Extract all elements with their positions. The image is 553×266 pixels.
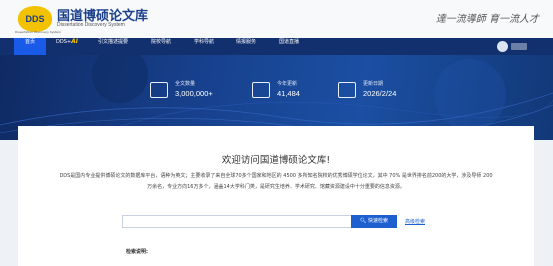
nav-dds-label: DDS+ (56, 39, 72, 45)
chart-icon (150, 82, 168, 98)
upload-icon (338, 82, 356, 98)
dds-logo[interactable]: DDS (18, 6, 52, 32)
search-tips-label: 检索说明: (126, 249, 148, 255)
search-button-label: 快速检索 (367, 218, 388, 224)
search-icon: 🔍︎ (360, 218, 367, 224)
intro-text: DDS是国内专业提供博硕论文的数据库平台，语种为英文；主要收录了来自全球70多个… (59, 173, 493, 190)
logo-subtext: Dissertation Discovery System (15, 30, 62, 34)
main-nav: 首页 DDS+AI 引文描述提要 院校导航 学科导航 情报服务 国道直播 (0, 38, 553, 55)
advanced-search-link[interactable]: 高级检索 (405, 218, 425, 225)
logo-text: DDS (25, 14, 45, 24)
calendar-icon (252, 82, 270, 98)
stat-value: 41,484 (277, 89, 300, 98)
stat-label: 今年更新 (277, 81, 298, 87)
stat-label: 更新日期 (363, 81, 384, 87)
slogan: 達一流導師 育一流人才 (435, 14, 539, 25)
nav-item-dds-ai[interactable]: DDS+AI (52, 38, 82, 55)
search-input[interactable] (122, 215, 352, 228)
user-name-placeholder[interactable] (511, 43, 527, 50)
site-header: DDS Dissertation Discovery System 国道博硕论文… (0, 0, 553, 38)
quick-search-button[interactable]: 🔍︎ 快速检索 (351, 215, 397, 228)
nav-item-home[interactable]: 首页 (14, 38, 46, 55)
user-avatar[interactable] (497, 41, 508, 52)
stat-value: 3,000,000+ (175, 89, 213, 98)
welcome-title: 欢迎访问国道博硕论文库! (221, 155, 331, 166)
site-subtitle: Dissertation Discovery System (57, 22, 125, 28)
nav-item-schools[interactable]: 院校导航 (144, 38, 178, 55)
nav-item-live[interactable]: 国道直播 (272, 38, 306, 55)
main-card: 欢迎访问国道博硕论文库! DDS是国内专业提供博硕论文的数据库平台，语种为英文；… (18, 126, 534, 266)
nav-item-intel[interactable]: 情报服务 (229, 38, 263, 55)
nav-item-subjects[interactable]: 学科导航 (187, 38, 221, 55)
stat-label: 全文数量 (175, 81, 196, 87)
nav-item-citation[interactable]: 引文描述提要 (88, 38, 138, 55)
nav-ai-label: AI (71, 38, 78, 45)
stat-value: 2026/2/24 (363, 89, 397, 98)
